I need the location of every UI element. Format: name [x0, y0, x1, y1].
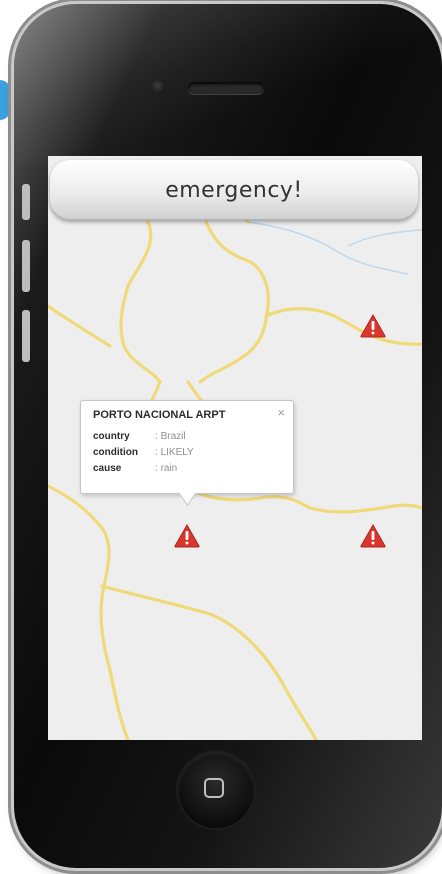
detail-row-cause: cause: rain [93, 463, 177, 475]
airport-name: PORTO NACIONAL ARPT [93, 409, 226, 421]
close-icon[interactable]: × [277, 405, 285, 420]
detail-key: country [93, 431, 130, 442]
detail-row-condition: condition: LIKELY [93, 447, 194, 459]
info-window: PORTO NACIONAL ARPT × country: Brazil co… [80, 400, 294, 506]
emergency-marker[interactable] [360, 524, 386, 548]
earpiece-speaker [188, 82, 264, 94]
volume-down-button [22, 310, 30, 362]
mute-switch [22, 184, 30, 220]
volume-up-button [22, 240, 30, 292]
emergency-marker[interactable] [360, 314, 386, 338]
app-header-bar: emergency! [50, 160, 418, 220]
front-camera [152, 80, 166, 94]
detail-separator: : [155, 447, 158, 458]
detail-value: Brazil [160, 431, 186, 442]
emergency-marker[interactable] [174, 524, 200, 548]
detail-row-country: country: Brazil [93, 431, 186, 443]
detail-separator: : [155, 431, 158, 442]
detail-key: condition [93, 447, 138, 458]
home-square-icon [204, 778, 224, 798]
detail-value: rain [160, 463, 178, 474]
background-shape [0, 80, 14, 120]
detail-separator: : [155, 463, 158, 474]
app-title: emergency! [165, 177, 303, 203]
home-button[interactable] [178, 752, 254, 828]
screen: PORTO NACIONAL ARPT × country: Brazil co… [48, 156, 422, 740]
detail-key: cause [93, 463, 122, 474]
detail-value: LIKELY [160, 447, 194, 458]
